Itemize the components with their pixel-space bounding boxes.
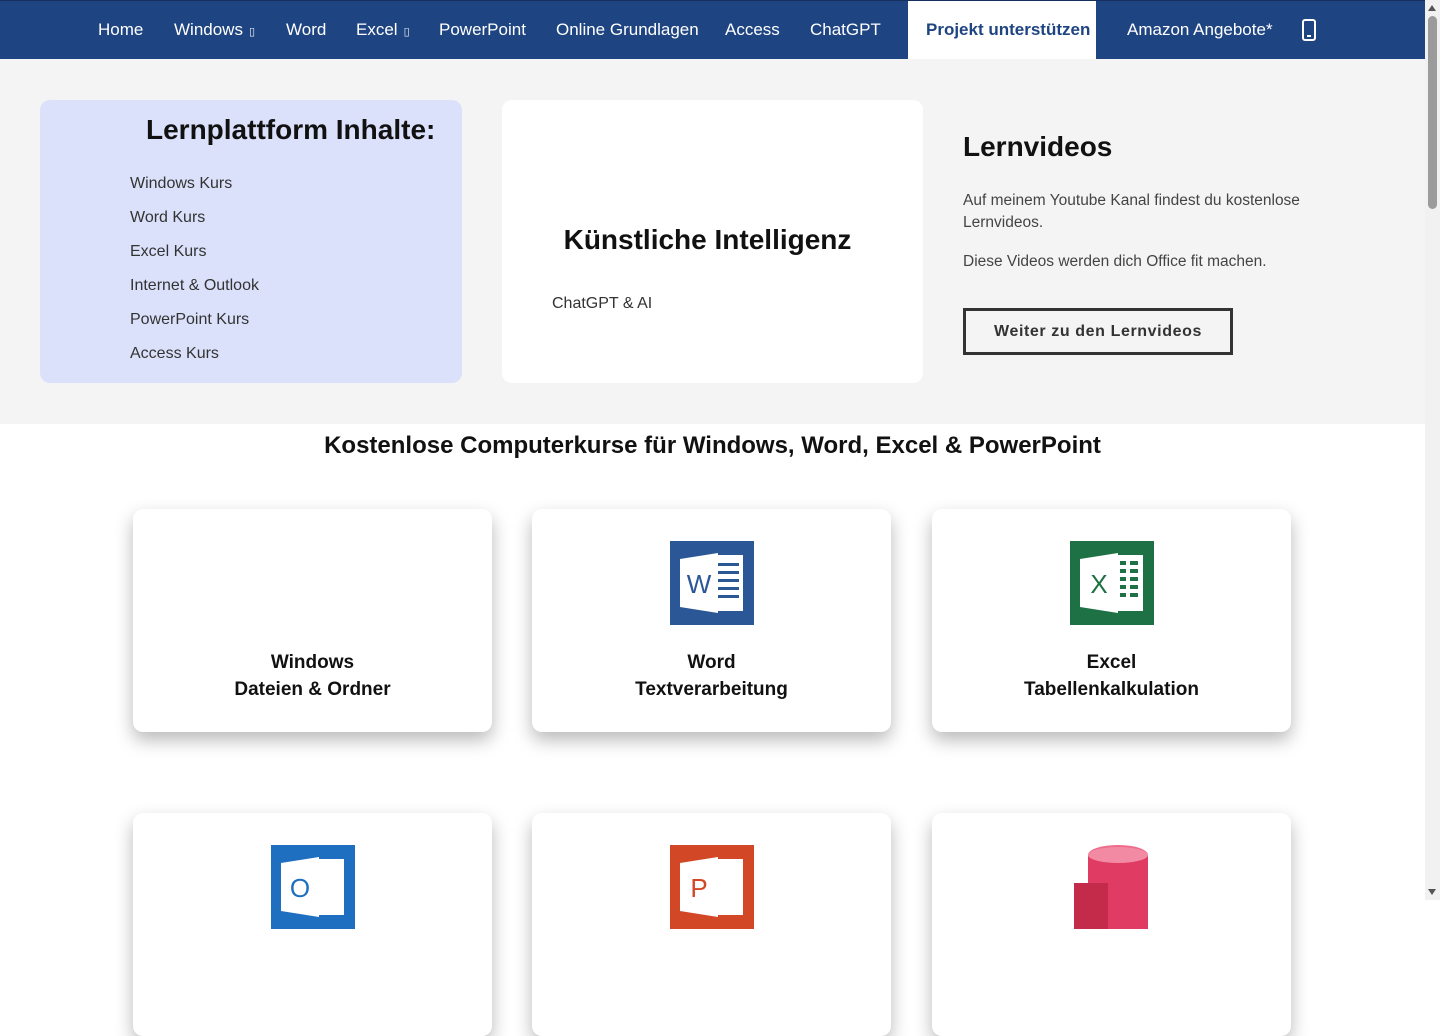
- card-title: Excel: [1086, 652, 1137, 673]
- link-internet-outlook[interactable]: Internet & Outlook: [130, 274, 259, 308]
- word-icon: W: [669, 541, 754, 625]
- nav-word[interactable]: Word: [286, 1, 326, 59]
- card-subtitle: Tabellenkalkulation: [1024, 679, 1199, 700]
- svg-text:X: X: [1090, 569, 1107, 599]
- lernvideos-text: Auf meinem Youtube Kanal findest du kost…: [963, 192, 1300, 231]
- scrollbar-thumb[interactable]: [1428, 16, 1437, 209]
- dropdown-caret-icon: ▯: [248, 26, 256, 38]
- nav-excel[interactable]: Excel ▯: [356, 1, 410, 59]
- nav-access[interactable]: Access: [725, 1, 780, 59]
- svg-text:P: P: [690, 873, 707, 903]
- nav-chatgpt[interactable]: ChatGPT: [810, 1, 881, 59]
- link-chatgpt-ai[interactable]: ChatGPT & AI: [552, 295, 652, 313]
- lernplattform-panel: Lernplattform Inhalte: Windows Kurs Word…: [40, 100, 462, 383]
- link-windows-kurs[interactable]: Windows Kurs: [130, 172, 259, 206]
- link-access-kurs[interactable]: Access Kurs: [130, 342, 259, 376]
- nav-home[interactable]: Home: [98, 1, 143, 59]
- card-outlook[interactable]: O: [133, 813, 492, 1036]
- link-excel-kurs[interactable]: Excel Kurs: [130, 240, 259, 274]
- outlook-icon: O: [270, 845, 355, 929]
- nav-amazon-angebote[interactable]: Amazon Angebote*: [1127, 1, 1273, 59]
- card-title: Word: [687, 652, 736, 673]
- page-title: Kostenlose Computerkurse für Windows, Wo…: [324, 432, 1101, 459]
- lernvideos-button[interactable]: Weiter zu den Lernvideos: [963, 308, 1233, 355]
- lernvideos-section: Lernvideos Auf meinem Youtube Kanal find…: [963, 131, 1363, 355]
- nav-powerpoint[interactable]: PowerPoint: [439, 1, 526, 59]
- card-windows[interactable]: Windows Dateien & Ordner: [133, 509, 492, 732]
- lernvideos-text-2: Diese Videos werden dich Office fit mach…: [963, 253, 1267, 270]
- nav-projekt-unterstuetzen[interactable]: Projekt unterstützen: [908, 1, 1096, 59]
- hero-band: Lernplattform Inhalte: Windows Kurs Word…: [0, 59, 1425, 424]
- excel-icon: X: [1069, 541, 1154, 625]
- svg-text:O: O: [289, 873, 309, 903]
- svg-text:W: W: [686, 569, 711, 599]
- page-scrollbar[interactable]: [1425, 0, 1440, 900]
- nav-online-grundlagen[interactable]: Online Grundlagen: [556, 1, 699, 59]
- card-label: Word Textverarbeitung: [532, 649, 891, 703]
- link-powerpoint-kurs[interactable]: PowerPoint Kurs: [130, 308, 259, 342]
- link-word-kurs[interactable]: Word Kurs: [130, 206, 259, 240]
- card-subtitle: Textverarbeitung: [635, 679, 788, 700]
- ki-panel: Künstliche Intelligenz ChatGPT & AI: [502, 100, 923, 383]
- powerpoint-icon: P: [669, 845, 754, 929]
- card-word[interactable]: W Word Textverarbeitung: [532, 509, 891, 732]
- card-powerpoint[interactable]: P: [532, 813, 891, 1036]
- lernplattform-list: Windows Kurs Word Kurs Excel Kurs Intern…: [130, 172, 259, 376]
- card-label: Windows Dateien & Ordner: [133, 649, 492, 703]
- card-label: Excel Tabellenkalkulation: [932, 649, 1291, 703]
- lernvideos-title: Lernvideos: [963, 131, 1113, 162]
- ki-title: Künstliche Intelligenz: [563, 224, 852, 255]
- card-access[interactable]: [932, 813, 1291, 1036]
- scroll-down-arrow-icon[interactable]: [1428, 889, 1436, 895]
- search-icon[interactable]: [1302, 19, 1316, 41]
- dropdown-caret-icon: ▯: [403, 26, 410, 38]
- lernplattform-title: Lernplattform Inhalte:: [146, 114, 436, 145]
- card-subtitle: Dateien & Ordner: [234, 679, 391, 700]
- scroll-up-arrow-icon[interactable]: [1428, 5, 1436, 11]
- top-navigation: Home Windows ▯ Word Excel ▯ PowerPoint Onl…: [0, 0, 1425, 59]
- access-icon: [1073, 845, 1148, 929]
- card-excel[interactable]: X Excel Tabellenkalkulation: [932, 509, 1291, 732]
- card-title: Windows: [270, 652, 355, 673]
- nav-windows[interactable]: Windows ▯: [174, 1, 255, 59]
